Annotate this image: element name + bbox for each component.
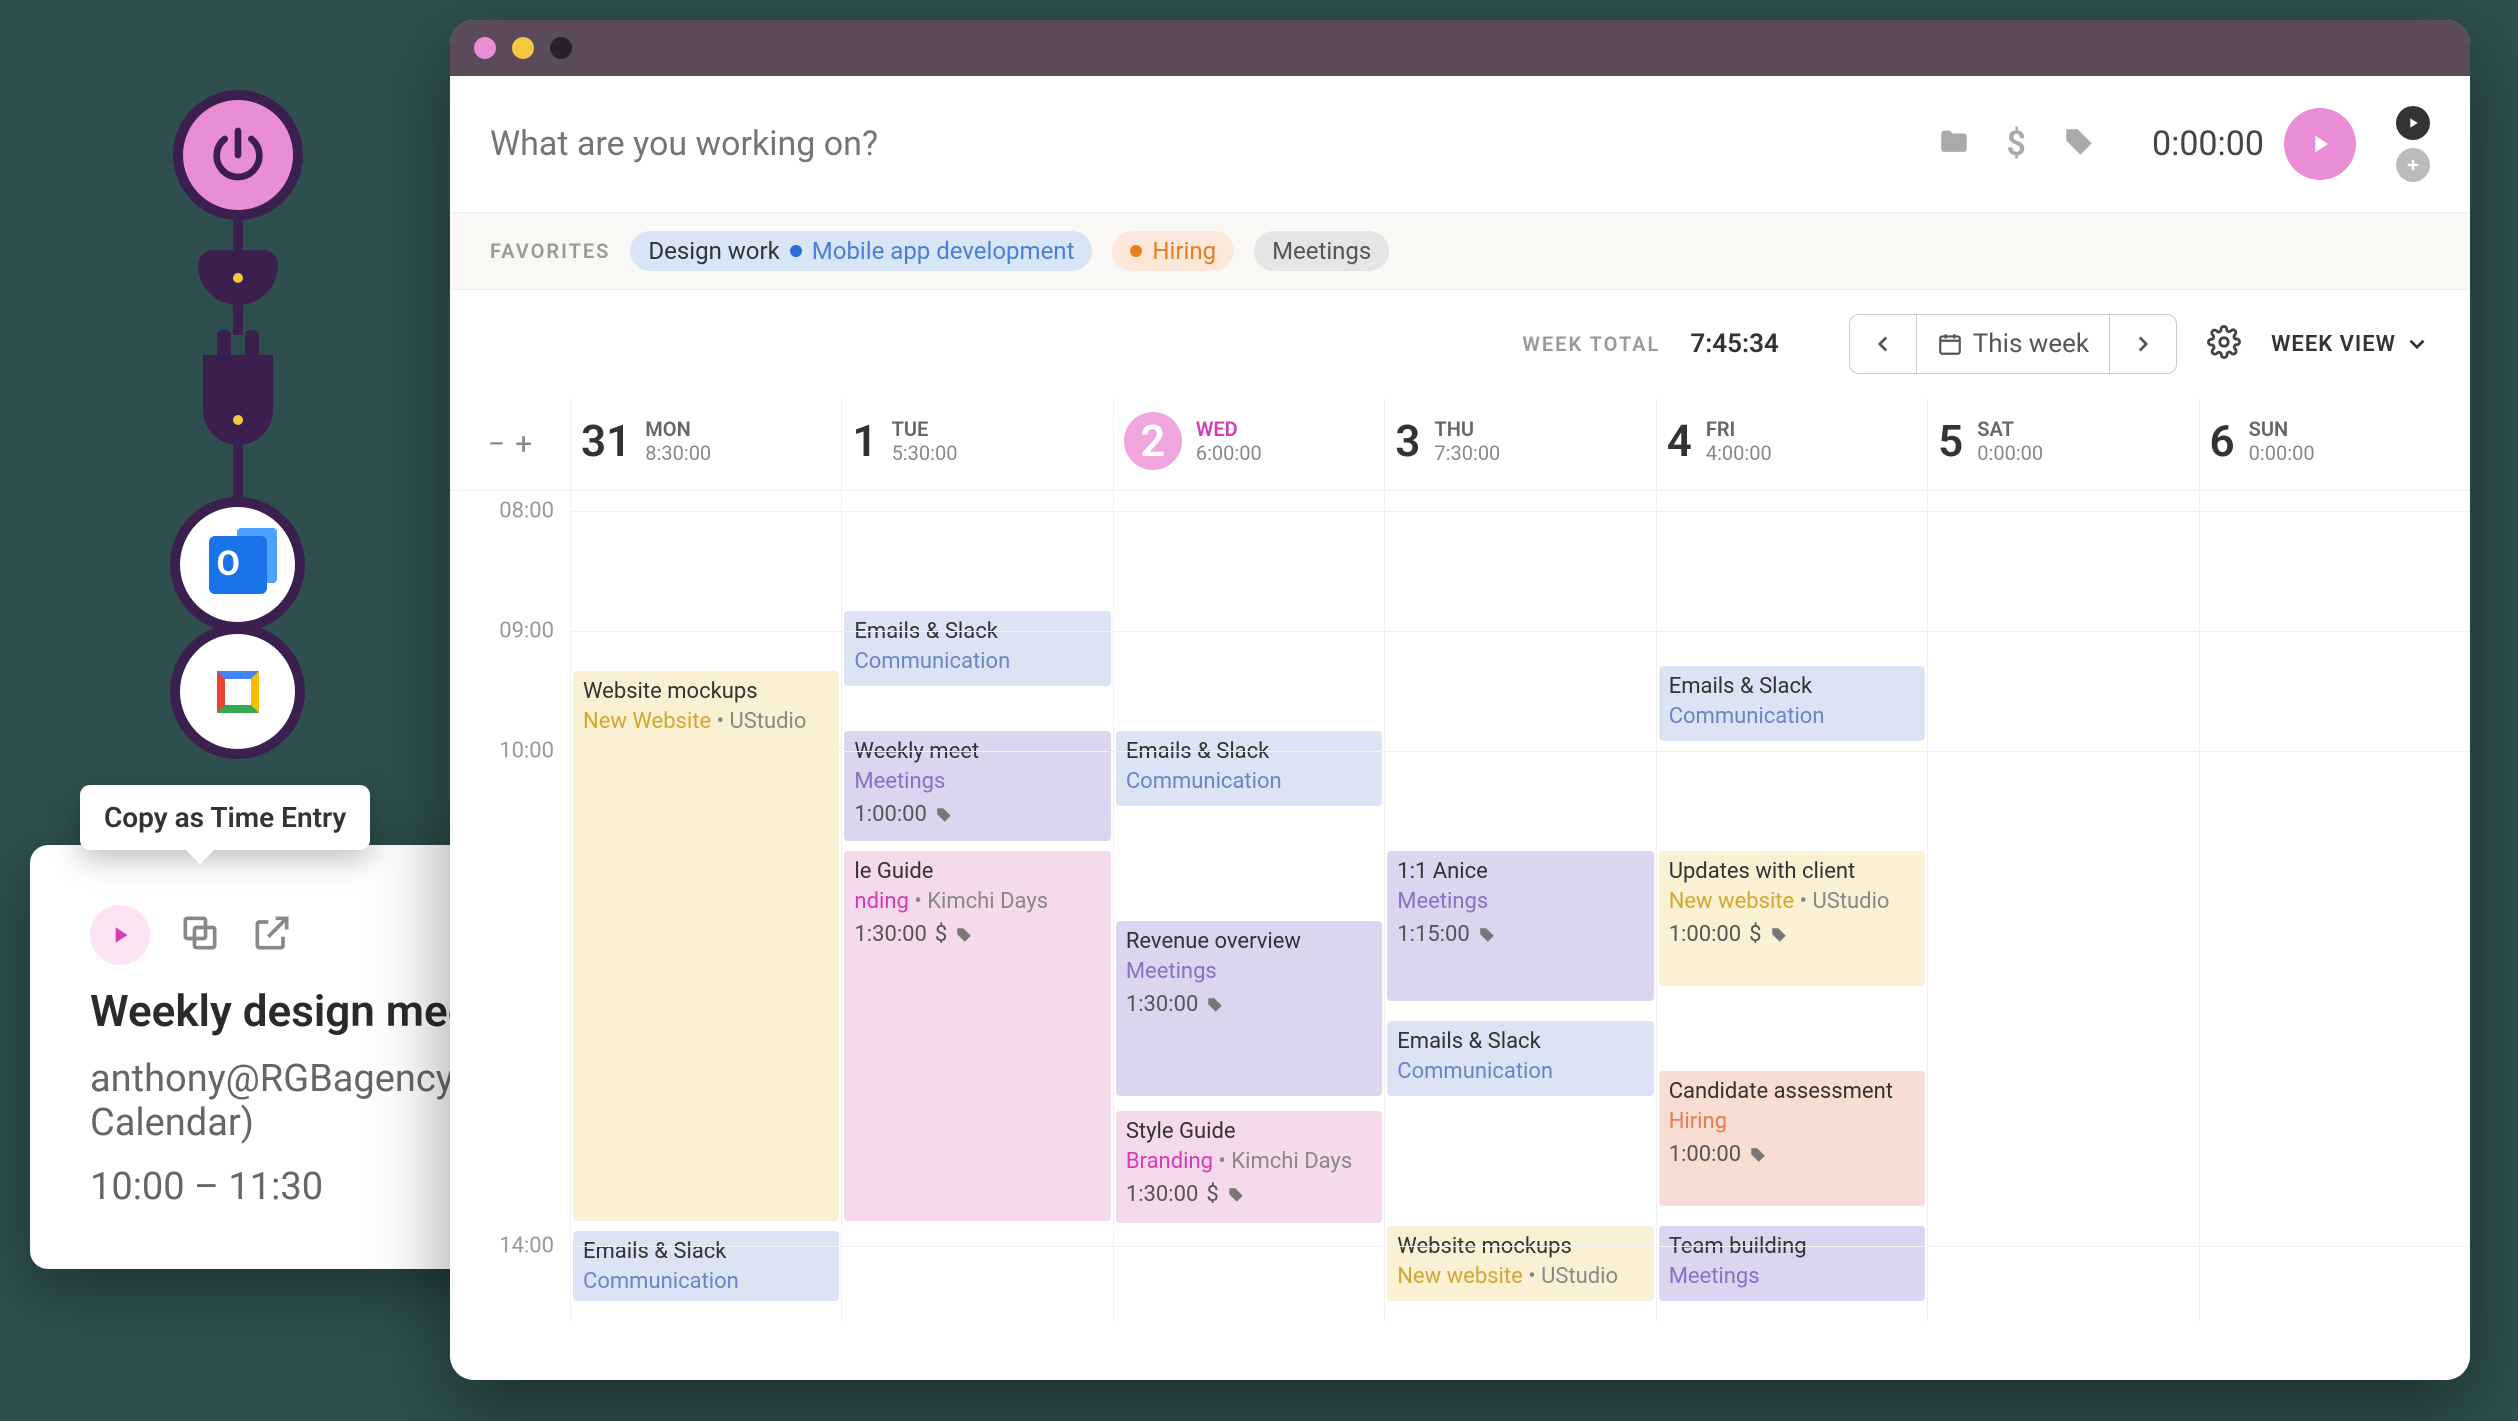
favorite-chip[interactable]: Hiring (1112, 231, 1234, 271)
settings-button[interactable] (2207, 325, 2241, 363)
day-header[interactable]: 5 SAT0:00:00 (1927, 398, 2198, 490)
day-number: 31 (581, 415, 631, 467)
billable-icon: $ (1749, 920, 1761, 950)
calendar-grid: 08:00 09:00 10:00 14:00 Website mockupsNew … (450, 491, 2470, 1321)
calendar-event[interactable]: le Guidending • Kimchi Days1:30:00$ (844, 851, 1110, 1221)
timer-description-input[interactable] (490, 124, 1917, 164)
day-total-time: 0:00:00 (1977, 441, 2043, 465)
billable-icon: $ (935, 920, 947, 950)
app-window: $ 0:00:00 FAVORITES Design work Mobile a… (450, 20, 2470, 1380)
day-header[interactable]: 6 SUN0:00:00 (2199, 398, 2470, 490)
day-number: 2 (1124, 412, 1182, 470)
tag-icon (955, 926, 973, 944)
favorite-chip[interactable]: Design work Mobile app development (630, 231, 1092, 271)
date-range-button[interactable]: This week (1917, 315, 2110, 373)
calendar-event[interactable]: Team buildingMeetings (1659, 1226, 1925, 1301)
outlook-integration[interactable] (170, 497, 305, 632)
day-of-week: FRI (1706, 417, 1772, 441)
day-header-row: − + 31 MON8:30:00 1 TUE5:30:00 2 WED6:00:00 3T… (450, 398, 2470, 491)
tag-icon (1478, 926, 1496, 944)
day-of-week: SUN (2249, 417, 2315, 441)
window-zoom-icon[interactable] (550, 37, 572, 59)
calendar-event[interactable]: Website mockupsNew Website • UStudio (573, 671, 839, 1221)
tag-icon (935, 806, 953, 824)
prev-week-button[interactable] (1850, 315, 1917, 373)
calendar-event[interactable]: Updates with clientNew website • UStudio… (1659, 851, 1925, 986)
day-header[interactable]: 4 FRI4:00:00 (1656, 398, 1927, 490)
day-total-time: 6:00:00 (1196, 441, 1262, 465)
calendar-event[interactable]: Style GuideBranding • Kimchi Days1:30:00… (1116, 1111, 1382, 1223)
week-total-value: 7:45:34 (1690, 329, 1778, 359)
calendar-event[interactable]: Revenue overviewMeetings1:30:00 (1116, 921, 1382, 1096)
day-total-time: 5:30:00 (892, 441, 958, 465)
tag-icon (1749, 1146, 1767, 1164)
copy-icon[interactable] (178, 911, 222, 959)
calendar-event[interactable]: Emails & SlackCommunication (844, 611, 1110, 686)
day-number: 5 (1938, 415, 1963, 467)
day-header[interactable]: 2 WED6:00:00 (1113, 398, 1384, 490)
tag-icon[interactable] (2062, 125, 2096, 163)
day-of-week: THU (1434, 417, 1500, 441)
calendar-event[interactable]: Emails & SlackCommunication (573, 1231, 839, 1301)
window-minimize-icon[interactable] (512, 37, 534, 59)
window-titlebar (450, 20, 2470, 76)
day-number: 1 (852, 415, 877, 467)
day-of-week: WED (1196, 417, 1262, 441)
expand-button[interactable]: + (515, 427, 532, 462)
plug-icon (203, 335, 273, 445)
day-header[interactable]: 31 MON8:30:00 (570, 398, 841, 490)
time-label: 10:00 (499, 739, 554, 764)
tag-icon (1206, 996, 1224, 1014)
week-total-label: WEEK TOTAL (1522, 332, 1660, 356)
day-number: 3 (1395, 415, 1420, 467)
day-header[interactable]: 1 TUE5:30:00 (841, 398, 1112, 490)
day-header[interactable]: 3 THU7:30:00 (1384, 398, 1655, 490)
start-timer-button[interactable] (2284, 108, 2356, 180)
manual-mode-icon[interactable] (2396, 148, 2430, 182)
toggl-power-icon[interactable] (173, 90, 303, 220)
day-number: 6 (2210, 415, 2235, 467)
tag-icon (1770, 926, 1788, 944)
day-of-week: MON (645, 417, 711, 441)
calendar-event[interactable]: Candidate assessmentHiring1:00:00 (1659, 1071, 1925, 1206)
favorites-bar: FAVORITES Design work Mobile app develop… (450, 212, 2470, 290)
copy-tooltip: Copy as Time Entry (80, 785, 370, 850)
day-total-time: 4:00:00 (1706, 441, 1772, 465)
folder-icon[interactable] (1937, 125, 1971, 163)
calendar-event[interactable]: Emails & SlackCommunication (1659, 666, 1925, 741)
favorites-label: FAVORITES (490, 239, 610, 263)
time-label: 14:00 (499, 1234, 554, 1259)
play-event-button[interactable] (90, 905, 150, 965)
favorite-chip[interactable]: Meetings (1254, 231, 1389, 271)
next-week-button[interactable] (2110, 315, 2176, 373)
calendar-event[interactable]: Emails & SlackCommunication (1387, 1021, 1653, 1096)
view-dropdown[interactable]: WEEK VIEW (2271, 331, 2430, 357)
google-calendar-integration[interactable] (170, 624, 305, 759)
day-of-week: TUE (892, 417, 958, 441)
time-label: 08:00 (499, 499, 554, 524)
day-total-time: 0:00:00 (2249, 441, 2315, 465)
calendar-event[interactable]: Emails & SlackCommunication (1116, 731, 1382, 806)
day-of-week: SAT (1977, 417, 2043, 441)
calendar-event[interactable]: Weekly meetMeetings1:00:00 (844, 731, 1110, 841)
collapse-button[interactable]: − (488, 427, 505, 462)
billable-icon: $ (1206, 1180, 1218, 1210)
window-close-icon[interactable] (474, 37, 496, 59)
socket-icon (198, 250, 278, 305)
time-label: 09:00 (499, 619, 554, 644)
integration-rail (170, 90, 305, 759)
billable-icon[interactable]: $ (2007, 124, 2026, 164)
tag-icon (1227, 1186, 1245, 1204)
day-total-time: 7:30:00 (1434, 441, 1500, 465)
open-external-icon[interactable] (250, 911, 294, 959)
calendar-event[interactable]: 1:1 AniceMeetings1:15:00 (1387, 851, 1653, 1001)
timer-mode-icon[interactable] (2396, 106, 2430, 140)
day-number: 4 (1667, 415, 1692, 467)
day-total-time: 8:30:00 (645, 441, 711, 465)
timer-value: 0:00:00 (2152, 124, 2264, 164)
calendar-event[interactable]: Website mockupsNew website • UStudio (1387, 1226, 1653, 1301)
